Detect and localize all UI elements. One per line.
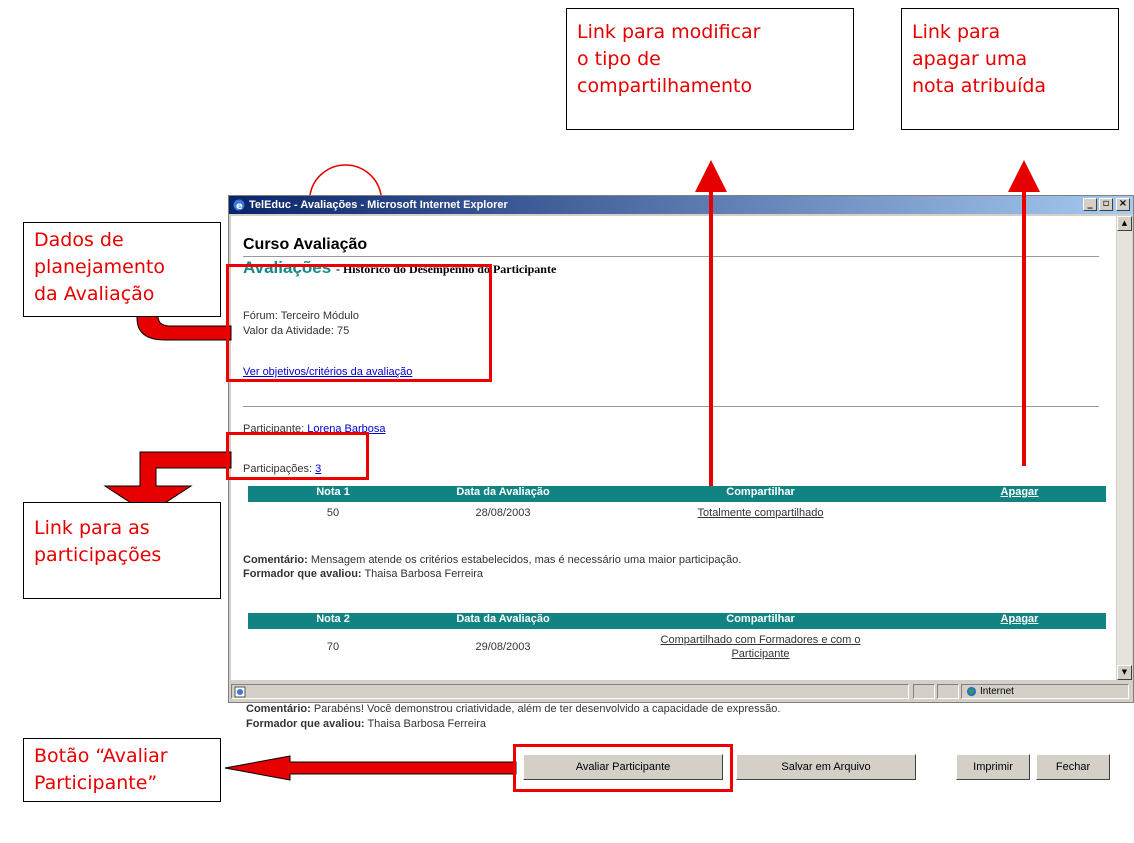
evaluate-arrow <box>224 755 517 781</box>
callout-planning: Dados de planejamento da Avaliação <box>23 222 221 317</box>
callout-evaluate-line1: Botão “Avaliar <box>34 745 168 767</box>
callout-delete: Link para apagar uma nota atribuída <box>901 8 1119 130</box>
callout-sharing-line1: Link para modificar <box>577 21 761 43</box>
callout-planning-line1: Dados de <box>34 229 124 251</box>
callout-participations-line2: participações <box>34 544 162 566</box>
callout-evaluate-line2: Participante” <box>34 772 158 794</box>
callout-sharing-line3: compartilhamento <box>577 75 753 97</box>
evaluate-button-highlight <box>513 744 733 792</box>
callout-participations-line1: Link para as <box>34 517 150 539</box>
sharing-arrow-head <box>695 160 727 192</box>
callout-sharing-line2: o tipo de <box>577 48 661 70</box>
callout-evaluate: Botão “Avaliar Participante” <box>23 738 221 802</box>
callout-planning-line3: da Avaliação <box>34 283 155 305</box>
callout-delete-line1: Link para <box>912 21 1001 43</box>
callout-participations: Link para as participações <box>23 502 221 599</box>
callout-delete-line3: nota atribuída <box>912 75 1047 97</box>
title-hook-arc <box>309 164 382 196</box>
participations-highlight <box>226 432 369 480</box>
callout-planning-line2: planejamento <box>34 256 165 278</box>
planning-highlight <box>226 264 492 382</box>
delete-arrow-head <box>1008 160 1040 192</box>
callout-sharing: Link para modificar o tipo de compartilh… <box>566 8 854 130</box>
callout-delete-line2: apagar uma <box>912 48 1028 70</box>
